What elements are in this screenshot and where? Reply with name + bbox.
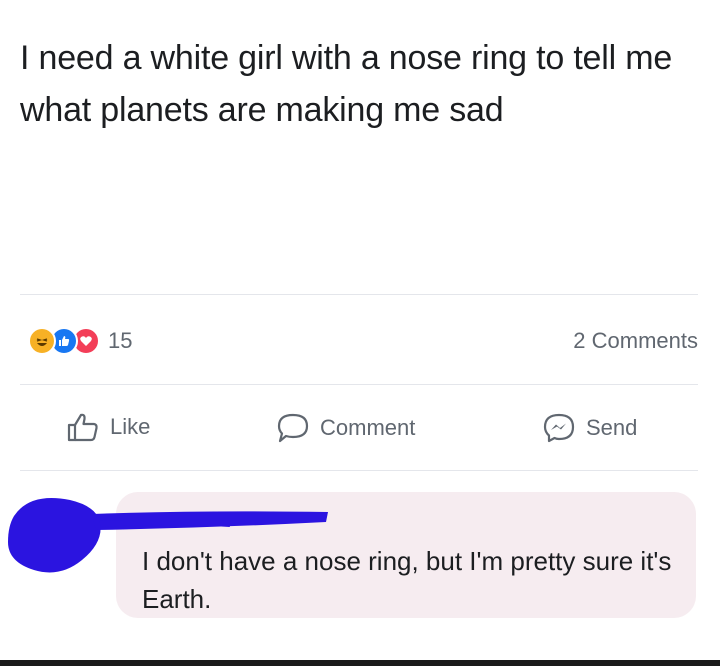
post-text: I need a white girl with a nose ring to … — [20, 39, 673, 129]
send-button[interactable]: Send — [542, 412, 637, 444]
like-label: Like — [110, 414, 151, 439]
divider — [20, 294, 698, 295]
comment: I don't have a nose ring, but I'm pretty… — [0, 486, 720, 636]
divider — [20, 384, 698, 385]
messenger-icon — [543, 413, 575, 443]
comment-label: Comment — [320, 415, 416, 440]
send-label: Send — [586, 415, 638, 440]
divider — [20, 470, 698, 471]
comments-count-link[interactable]: 2 Comments — [573, 328, 698, 354]
like-button[interactable]: Like — [66, 412, 150, 442]
comment-text: I don't have a nose ring, but I'm pretty… — [142, 546, 672, 614]
thumbs-up-icon — [67, 413, 98, 442]
comment-bubble-icon — [277, 413, 309, 443]
reaction-summary[interactable]: 15 — [28, 327, 133, 355]
reactions-bar: 15 2 Comments — [20, 318, 698, 364]
comment-button[interactable]: Comment — [276, 412, 415, 444]
actions-bar: Like Comment Send — [20, 398, 698, 464]
haha-icon — [28, 327, 56, 355]
bottom-border — [0, 660, 720, 666]
reaction-count: 15 — [108, 328, 133, 353]
